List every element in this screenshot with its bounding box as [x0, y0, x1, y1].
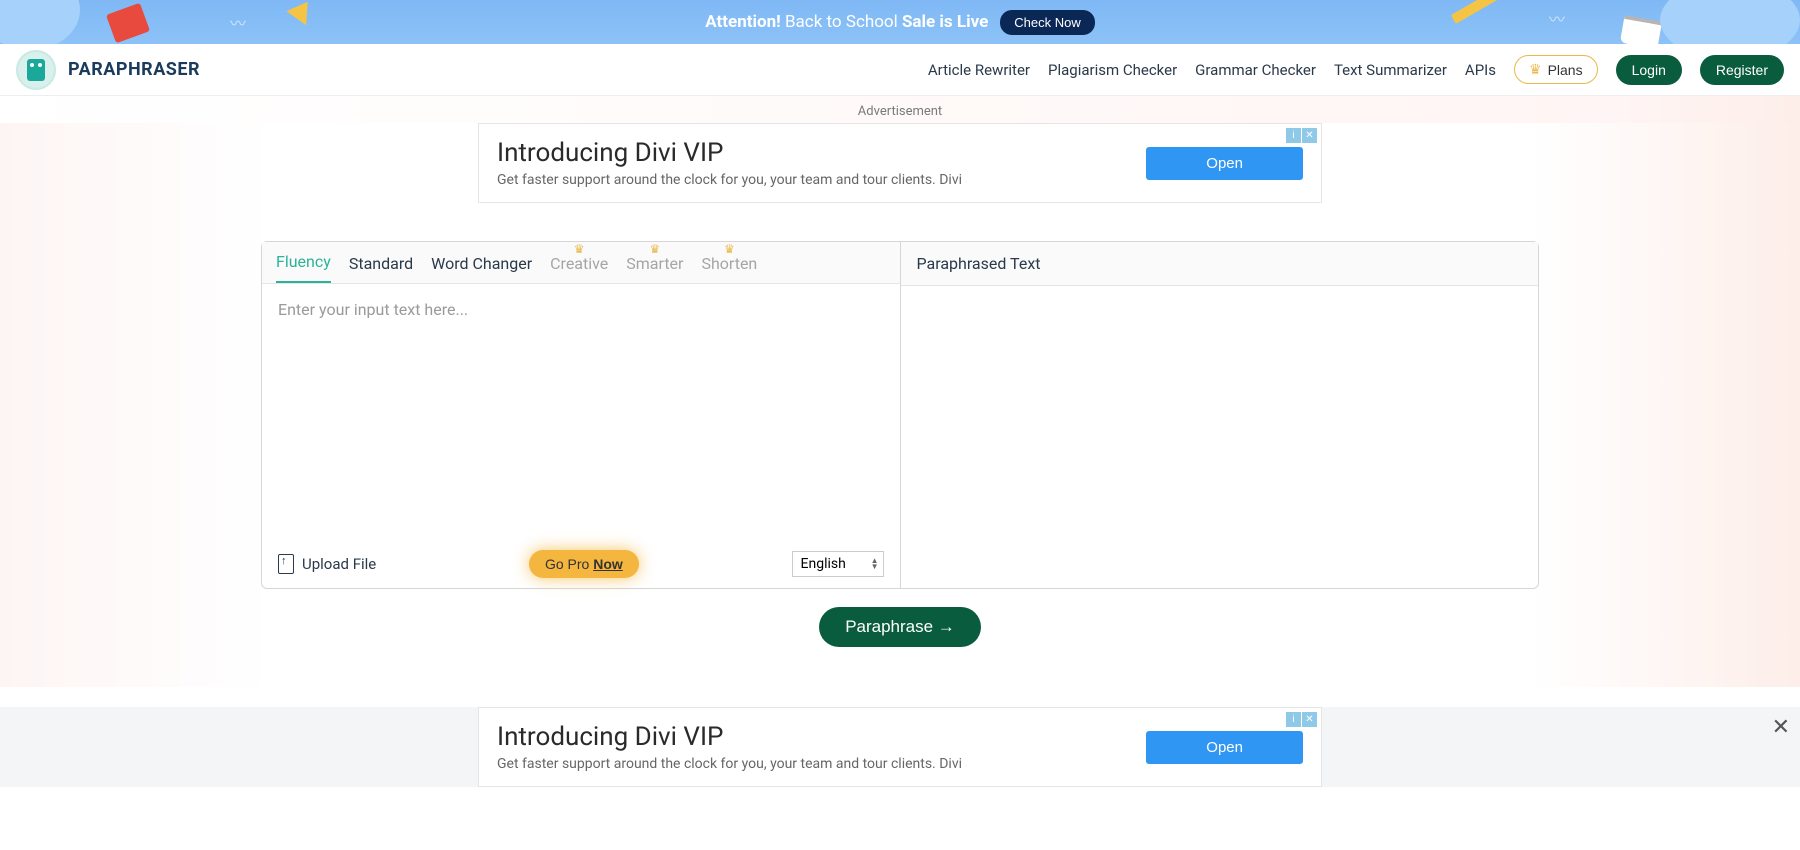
upload-file-button[interactable]: Upload File	[278, 554, 376, 574]
bottom-ad-container: ✕ Introducing Divi VIP Get faster suppor…	[0, 707, 1800, 787]
output-header: Paraphrased Text	[901, 242, 1539, 286]
nav-plagiarism-checker[interactable]: Plagiarism Checker	[1048, 61, 1177, 79]
plans-button[interactable]: ♛ Plans	[1514, 55, 1598, 84]
banner-decoration	[0, 0, 80, 44]
go-pro-button[interactable]: Go Pro Now	[529, 550, 639, 578]
banner-sale: Sale is Live	[902, 12, 988, 32]
advertisement-banner[interactable]: Introducing Divi VIP Get faster support …	[478, 123, 1322, 203]
ad-title: Introducing Divi VIP	[497, 722, 1146, 752]
crown-icon: ♛	[724, 242, 735, 256]
triangle-icon	[286, 0, 317, 25]
mode-tabs: Fluency Standard Word Changer ♛Creative …	[262, 242, 900, 284]
ad-open-button[interactable]: Open	[1146, 731, 1303, 764]
tab-creative[interactable]: ♛Creative	[550, 254, 608, 283]
banner-mid: Back to School	[785, 12, 898, 32]
advertisement-banner-bottom[interactable]: Introducing Divi VIP Get faster support …	[478, 707, 1322, 787]
paraphrase-tool: Fluency Standard Word Changer ♛Creative …	[261, 241, 1539, 589]
ad-title: Introducing Divi VIP	[497, 138, 1146, 168]
input-textarea[interactable]	[262, 284, 900, 540]
nav-text-summarizer[interactable]: Text Summarizer	[1334, 61, 1447, 79]
crown-icon: ♛	[574, 242, 585, 256]
book-icon	[106, 3, 150, 44]
promo-banner: 〰 Attention! Back to School Sale is Live…	[0, 0, 1800, 44]
brand-name: PARAPHRASER	[68, 59, 200, 80]
login-button[interactable]: Login	[1616, 55, 1682, 85]
output-panel: Paraphrased Text	[901, 241, 1540, 589]
ad-close-icon[interactable]: ✕	[1302, 128, 1317, 143]
nav-links: Article Rewriter Plagiarism Checker Gram…	[928, 55, 1784, 85]
language-value: English	[801, 556, 846, 572]
register-button[interactable]: Register	[1700, 55, 1784, 85]
upload-label: Upload File	[302, 555, 376, 573]
tab-fluency[interactable]: Fluency	[276, 252, 331, 283]
navbar: PARAPHRASER Article Rewriter Plagiarism …	[0, 44, 1800, 96]
input-panel: Fluency Standard Word Changer ♛Creative …	[261, 241, 901, 589]
crown-icon: ♛	[1529, 61, 1542, 78]
nav-apis[interactable]: APIs	[1465, 61, 1496, 79]
pencil-icon	[1451, 0, 1499, 24]
ad-info-icon[interactable]: i	[1286, 712, 1301, 727]
tab-standard[interactable]: Standard	[349, 254, 413, 283]
ad-open-button[interactable]: Open	[1146, 147, 1303, 180]
check-now-button[interactable]: Check Now	[1000, 10, 1094, 35]
banner-text: Attention! Back to School Sale is Live	[705, 12, 988, 32]
close-icon[interactable]: ✕	[1772, 715, 1790, 740]
plans-label: Plans	[1548, 62, 1583, 78]
input-footer: Upload File Go Pro Now English ▲▼	[262, 540, 900, 588]
select-arrows-icon: ▲▼	[871, 558, 879, 570]
banner-attention: Attention!	[705, 12, 780, 32]
banner-decoration	[1660, 0, 1800, 44]
nav-grammar-checker[interactable]: Grammar Checker	[1195, 61, 1316, 79]
upload-icon	[278, 554, 294, 574]
nav-article-rewriter[interactable]: Article Rewriter	[928, 61, 1030, 79]
notepad-icon	[1620, 15, 1662, 44]
output-area	[901, 286, 1539, 588]
logo-icon	[16, 50, 56, 90]
confetti-icon: 〰	[1549, 6, 1565, 30]
ad-description: Get faster support around the clock for …	[497, 172, 1146, 188]
paraphrase-button[interactable]: Paraphrase →	[819, 607, 981, 647]
ad-close-icon[interactable]: ✕	[1302, 712, 1317, 727]
tab-word-changer[interactable]: Word Changer	[431, 254, 532, 283]
confetti-icon: 〰	[230, 10, 246, 34]
language-select[interactable]: English ▲▼	[792, 551, 884, 577]
tab-smarter[interactable]: ♛Smarter	[626, 254, 683, 283]
advertisement-label: Advertisement	[0, 96, 1800, 123]
logo[interactable]: PARAPHRASER	[16, 50, 200, 90]
ad-description: Get faster support around the clock for …	[497, 756, 1146, 772]
crown-icon: ♛	[649, 242, 660, 256]
ad-info-icon[interactable]: i	[1286, 128, 1301, 143]
tab-shorten[interactable]: ♛Shorten	[701, 254, 757, 283]
